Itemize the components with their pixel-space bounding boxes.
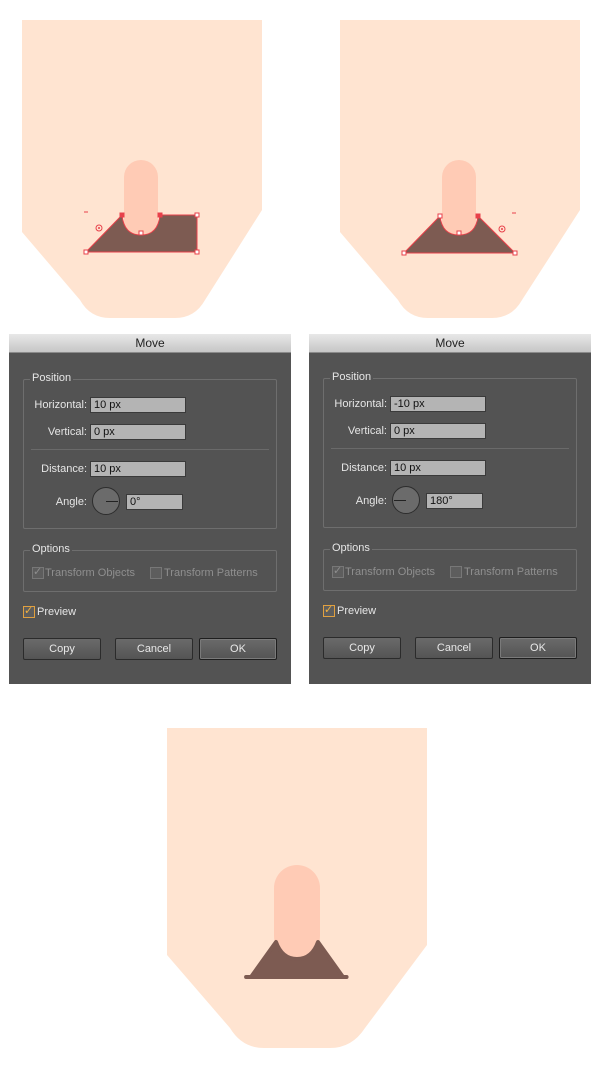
dialog-title: Move (9, 334, 291, 353)
angle-dial[interactable] (392, 486, 420, 514)
angle-input[interactable]: 0° (126, 494, 183, 510)
horizontal-label: Horizontal: (34, 399, 87, 411)
options-label: Options (30, 543, 72, 555)
preview-label: Preview (337, 605, 377, 617)
horizontal-input[interactable]: -10 px (390, 396, 486, 412)
vertical-label: Vertical: (47, 426, 87, 438)
horizontal-input[interactable]: 10 px (90, 397, 186, 413)
move-dialog-2: Move Position Horizontal: -10 px Vertica… (309, 334, 591, 684)
preview-checkbox[interactable] (323, 603, 335, 617)
angle-dial[interactable] (92, 487, 120, 515)
dialog-title: Move (309, 334, 591, 353)
vertical-input[interactable]: 0 px (90, 424, 186, 440)
angle-dial-hand (106, 501, 118, 502)
position-label: Position (30, 372, 74, 384)
options-label: Options (330, 542, 372, 554)
ok-button[interactable]: OK (199, 638, 277, 660)
angle-input[interactable]: 180° (426, 493, 483, 509)
copy-button[interactable]: Copy (323, 637, 401, 659)
finger-shape (124, 160, 158, 240)
position-label: Position (330, 371, 374, 383)
cancel-button[interactable]: Cancel (115, 638, 193, 660)
ok-button[interactable]: OK (499, 637, 577, 659)
copy-button[interactable]: Copy (23, 638, 101, 660)
preview-label: Preview (37, 606, 77, 618)
transform-objects-checkbox[interactable] (332, 564, 344, 578)
vertical-label: Vertical: (347, 425, 387, 437)
finger-shape (274, 865, 320, 959)
transform-objects-label: Transform Objects (45, 567, 136, 579)
transform-patterns-checkbox[interactable] (150, 567, 162, 579)
distance-input[interactable]: 10 px (390, 460, 486, 476)
angle-dial-hand (394, 500, 406, 501)
angle-label: Angle: (55, 496, 87, 508)
transform-patterns-label: Transform Patterns (464, 566, 558, 578)
transform-objects-label: Transform Objects (345, 566, 436, 578)
angle-label: Angle: (355, 495, 387, 507)
divider (331, 448, 569, 449)
finger-shape (442, 160, 476, 240)
distance-label: Distance: (341, 462, 387, 474)
transform-patterns-checkbox[interactable] (450, 566, 462, 578)
artwork-result (167, 728, 427, 1048)
preview-checkbox[interactable] (23, 604, 35, 618)
transform-objects-checkbox[interactable] (32, 565, 44, 579)
distance-label: Distance: (41, 463, 87, 475)
vertical-input[interactable]: 0 px (390, 423, 486, 439)
artwork-step-1 (22, 20, 262, 318)
divider (31, 449, 269, 450)
move-dialog-1: Move Position Horizontal: 10 px Vertical… (9, 334, 291, 684)
cancel-button[interactable]: Cancel (415, 637, 493, 659)
transform-patterns-label: Transform Patterns (164, 567, 258, 579)
distance-input[interactable]: 10 px (90, 461, 186, 477)
horizontal-label: Horizontal: (334, 398, 387, 410)
artwork-step-2 (340, 20, 580, 318)
